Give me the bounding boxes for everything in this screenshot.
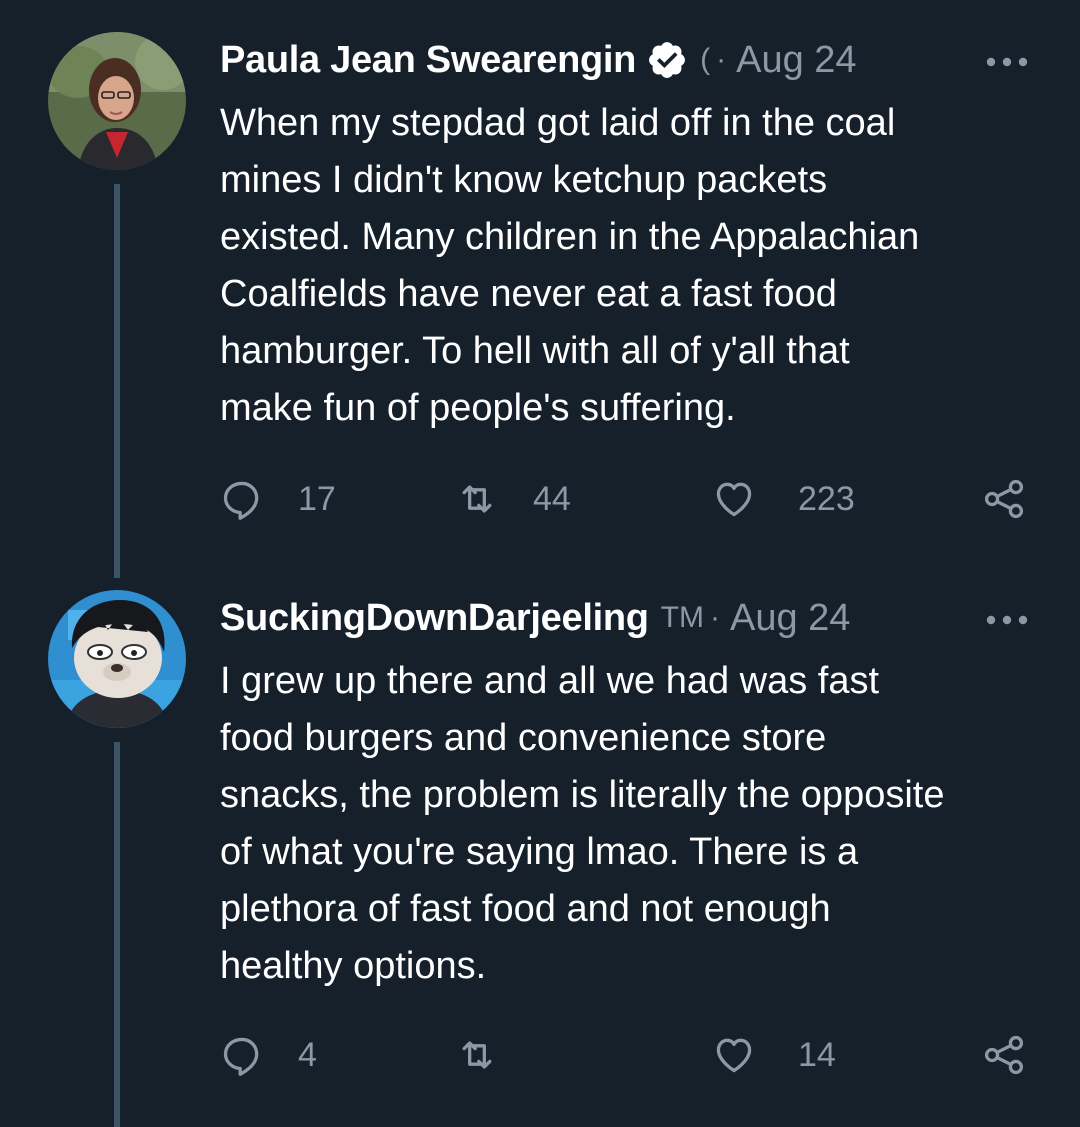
tweet-actions: 17 44 223 bbox=[220, 475, 1040, 523]
author-handle[interactable]: ( bbox=[700, 43, 710, 77]
share-button[interactable] bbox=[982, 1031, 1026, 1079]
more-icon[interactable] bbox=[985, 614, 1029, 626]
tweet-actions: 4 14 bbox=[220, 1031, 1040, 1079]
like-count: 223 bbox=[798, 479, 855, 518]
reply-icon bbox=[223, 481, 259, 520]
tweet-date[interactable]: Aug 24 bbox=[736, 39, 856, 82]
thread-line bbox=[114, 184, 120, 578]
verified-badge-icon bbox=[649, 42, 686, 78]
reply-icon bbox=[223, 1037, 259, 1076]
thread-line bbox=[114, 742, 120, 1127]
reply-button[interactable]: 4 bbox=[220, 1031, 317, 1079]
tweet[interactable]: Paula Jean Swearengin ( · Aug 24 When my… bbox=[0, 0, 1080, 578]
tweet-date[interactable]: Aug 24 bbox=[730, 597, 850, 640]
reply-count: 4 bbox=[298, 1035, 317, 1074]
author-name[interactable]: Paula Jean Swearengin bbox=[220, 39, 636, 82]
separator-dot: · bbox=[710, 601, 720, 634]
tweet-text: When my stepdad got laid off in the coal… bbox=[220, 102, 920, 429]
like-button[interactable]: 14 bbox=[712, 1031, 836, 1079]
retweet-button[interactable]: 44 bbox=[455, 475, 571, 523]
like-count: 14 bbox=[798, 1035, 836, 1074]
author-handle[interactable]: TM bbox=[661, 601, 704, 635]
tweet-header: Paula Jean Swearengin ( · Aug 24 bbox=[220, 38, 1020, 82]
share-icon bbox=[984, 479, 1024, 519]
retweet-count: 44 bbox=[533, 479, 571, 518]
like-icon bbox=[716, 1038, 752, 1073]
author-name[interactable]: SuckingDownDarjeeling bbox=[220, 597, 649, 640]
like-icon bbox=[716, 482, 752, 517]
share-icon bbox=[984, 1035, 1024, 1075]
reply-button[interactable]: 17 bbox=[220, 475, 336, 523]
tweet-header: SuckingDownDarjeeling TM · Aug 24 bbox=[220, 596, 1020, 640]
retweet-button[interactable] bbox=[455, 1031, 533, 1079]
tweet[interactable]: SuckingDownDarjeeling TM · Aug 24 I grew… bbox=[0, 578, 1080, 1127]
tweet-text: I grew up there and all we had was fast … bbox=[220, 660, 945, 987]
retweet-icon bbox=[462, 1041, 492, 1069]
avatar[interactable] bbox=[48, 32, 186, 170]
retweet-icon bbox=[462, 485, 492, 513]
share-button[interactable] bbox=[982, 475, 1026, 523]
separator-dot: · bbox=[716, 43, 727, 76]
like-button[interactable]: 223 bbox=[712, 475, 855, 523]
more-icon[interactable] bbox=[985, 56, 1029, 68]
reply-count: 17 bbox=[298, 479, 336, 518]
avatar[interactable] bbox=[48, 590, 186, 728]
